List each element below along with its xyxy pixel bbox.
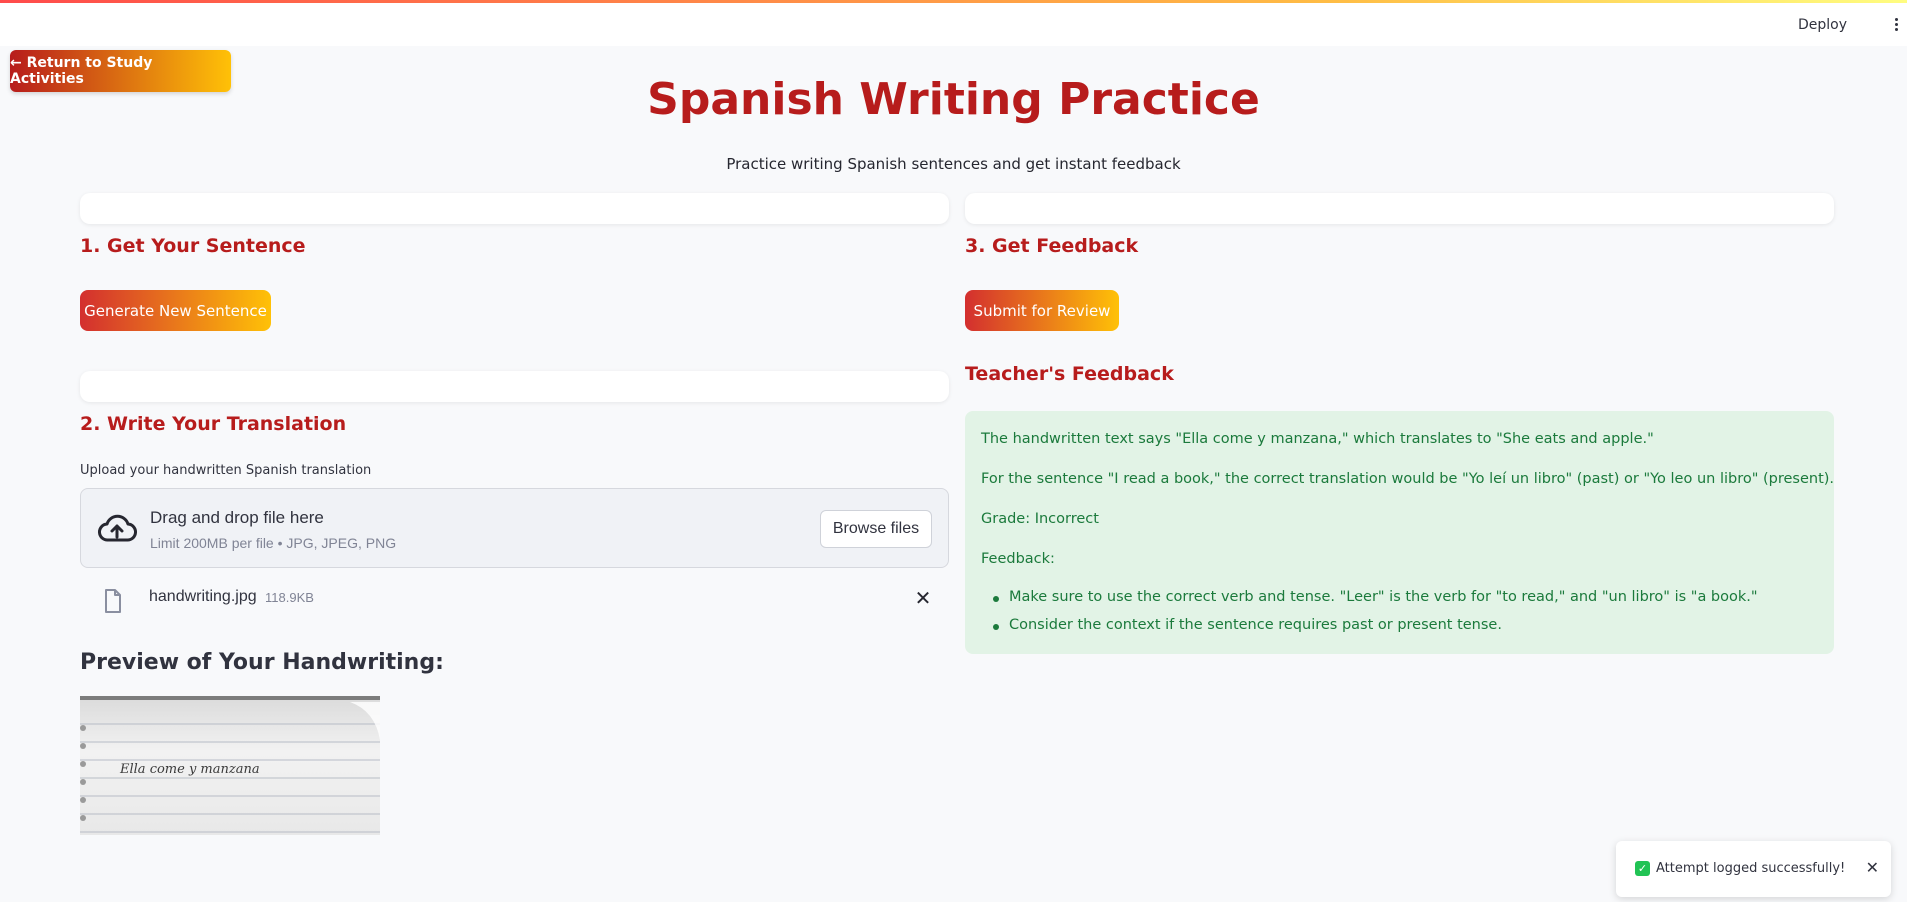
preview-heading: Preview of Your Handwriting: [80,650,444,675]
close-icon[interactable]: ✕ [1866,858,1879,877]
teachers-feedback-heading: Teacher's Feedback [965,363,1174,385]
file-dropzone[interactable]: Drag and drop file here Limit 200MB per … [80,488,949,568]
dropzone-limit: Limit 200MB per file • JPG, JPEG, PNG [150,535,397,551]
deploy-button[interactable]: Deploy [1798,17,1847,33]
list-item: Make sure to use the correct verb and te… [981,589,1758,617]
handwriting-text: Ella come y manzana [119,762,260,777]
list-item: Consider the context if the sentence req… [981,617,1758,645]
page-subtitle: Practice writing Spanish sentences and g… [726,155,1181,173]
step1-heading: 1. Get Your Sentence [80,235,306,257]
section-card-get-feedback [965,193,1834,224]
step3-heading: 3. Get Feedback [965,235,1139,257]
check-icon: ✓ [1635,861,1650,876]
feedback-box: The handwritten text says "Ella come y m… [965,411,1834,654]
upload-label: Upload your handwritten Spanish translat… [80,463,372,478]
submit-for-review-button[interactable]: Submit for Review [965,290,1119,331]
toast-message: Attempt logged successfully! [1656,861,1846,876]
remove-file-icon[interactable]: ✕ [913,588,933,608]
dropzone-title: Drag and drop file here [150,508,324,527]
page-title: Spanish Writing Practice [647,74,1260,125]
grade-text: Grade: Incorrect [981,511,1099,527]
generate-new-sentence-button[interactable]: Generate New Sentence [80,290,271,331]
cloud-upload-icon [98,514,137,542]
file-name: handwriting.jpg [149,588,257,605]
step2-heading: 2. Write Your Translation [80,413,347,435]
browse-files-button[interactable]: Browse files [820,510,932,548]
file-icon [105,589,121,613]
section-card-get-sentence [80,193,949,224]
kebab-menu-icon[interactable] [1893,18,1899,34]
uploaded-file-row: handwriting.jpg 118.9KB ✕ [80,580,949,620]
handwriting-preview-image: Ella come y manzana [80,696,380,835]
feedback-line-2: For the sentence "I read a book," the co… [981,471,1835,487]
app-header: Deploy [0,3,1907,46]
feedback-line-1: The handwritten text says "Ella come y m… [981,431,1654,447]
feedback-label: Feedback: [981,551,1055,567]
section-card-write-translation [80,371,949,402]
file-size: 118.9KB [265,590,314,605]
toast-notification: ✓ Attempt logged successfully! ✕ [1616,841,1891,897]
feedback-bullet-list: Make sure to use the correct verb and te… [981,589,1758,645]
notebook-paper-illustration: Ella come y manzana [80,702,380,833]
